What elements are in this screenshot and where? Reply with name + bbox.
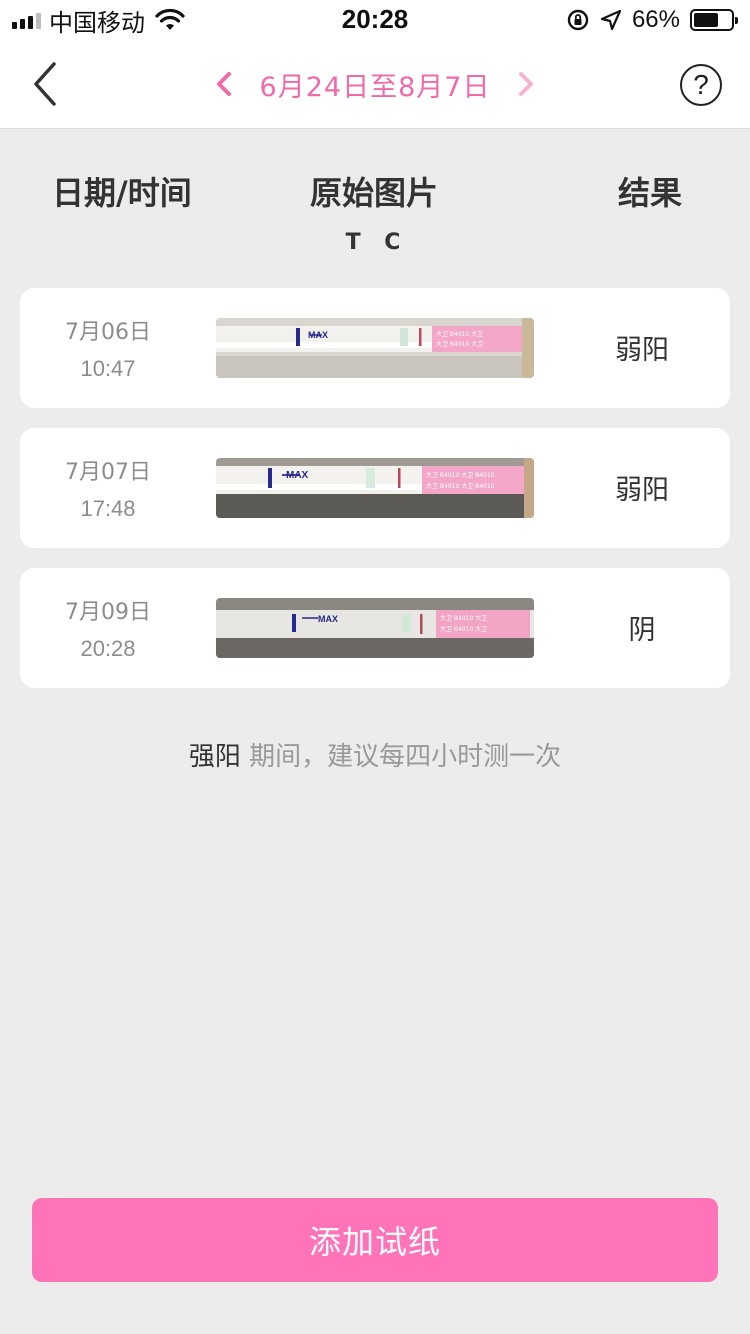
nav-bar: 6月24日至8月7日 ? xyxy=(0,40,750,129)
svg-text:大卫 B4010 大卫: 大卫 B4010 大卫 xyxy=(436,340,483,348)
test-strip-photo[interactable]: MAX 大卫 B4010 大卫 大卫 B4010 大卫 xyxy=(216,318,534,378)
record-time: 20:28 xyxy=(80,636,136,661)
location-arrow-icon xyxy=(600,9,622,31)
chevron-right-icon[interactable] xyxy=(514,68,538,100)
record-time: 17:48 xyxy=(80,496,136,521)
add-test-strip-button[interactable]: 添加试纸 xyxy=(32,1198,718,1282)
record-row[interactable]: 7月06日 10:47 MAX 大卫 B4010 大卫 大卫 B4010 大卫 … xyxy=(20,288,730,408)
status-right: 66% xyxy=(566,6,738,34)
record-time: 10:47 xyxy=(80,356,136,381)
battery-icon xyxy=(690,9,738,31)
record-date: 7月07日 xyxy=(65,460,151,485)
status-bar: 中国移动 20:28 66% xyxy=(0,0,750,40)
date-range-label[interactable]: 6月24日至8月7日 xyxy=(260,65,491,104)
record-date: 7月06日 xyxy=(65,320,151,345)
svg-text:大卫 B4010 大卫: 大卫 B4010 大卫 xyxy=(436,330,483,338)
svg-text:大卫 B4010 大卫: 大卫 B4010 大卫 xyxy=(440,625,487,633)
svg-text:大卫 B4010 大卫 B4010: 大卫 B4010 大卫 B4010 xyxy=(426,482,495,490)
header-date-time: 日期/时间 xyxy=(52,174,192,212)
orientation-lock-icon xyxy=(567,9,589,31)
advice-strong-term: 强阳 xyxy=(188,742,241,772)
help-icon[interactable]: ? xyxy=(680,64,722,106)
chevron-left-icon[interactable] xyxy=(212,68,236,100)
strip-max-label: MAX xyxy=(318,614,338,624)
record-row[interactable]: 7月07日 17:48 MAX 大卫 B4010 大卫 B4010 大卫 B40… xyxy=(20,428,730,548)
battery-percent: 66% xyxy=(631,6,680,33)
record-row[interactable]: 7月09日 20:28 MAX 大卫 B4010 大卫 大卫 B4010 大卫 … xyxy=(20,568,730,688)
header-result: 结果 xyxy=(618,174,683,212)
svg-text:大卫 B4010 大卫 B4010: 大卫 B4010 大卫 B4010 xyxy=(426,471,495,479)
record-result: 阴 xyxy=(628,615,656,646)
header-original-image: 原始图片 xyxy=(310,174,439,212)
record-date: 7月09日 xyxy=(65,600,151,625)
tc-line-label: T C xyxy=(345,230,409,255)
battery-level xyxy=(694,13,718,27)
date-range-selector: 6月24日至8月7日 xyxy=(0,62,750,106)
advice-text: 期间，建议每四小时测一次 xyxy=(240,742,562,772)
record-result: 弱阳 xyxy=(615,335,669,366)
testing-advice: 强阳 期间，建议每四小时测一次 xyxy=(0,736,750,773)
test-strip-photo[interactable]: MAX 大卫 B4010 大卫 大卫 B4010 大卫 xyxy=(216,598,534,658)
test-strip-photo[interactable]: MAX 大卫 B4010 大卫 B4010 大卫 B4010 大卫 B4010 xyxy=(216,458,534,518)
record-result: 弱阳 xyxy=(615,475,669,506)
svg-text:大卫 B4010 大卫: 大卫 B4010 大卫 xyxy=(440,614,487,622)
